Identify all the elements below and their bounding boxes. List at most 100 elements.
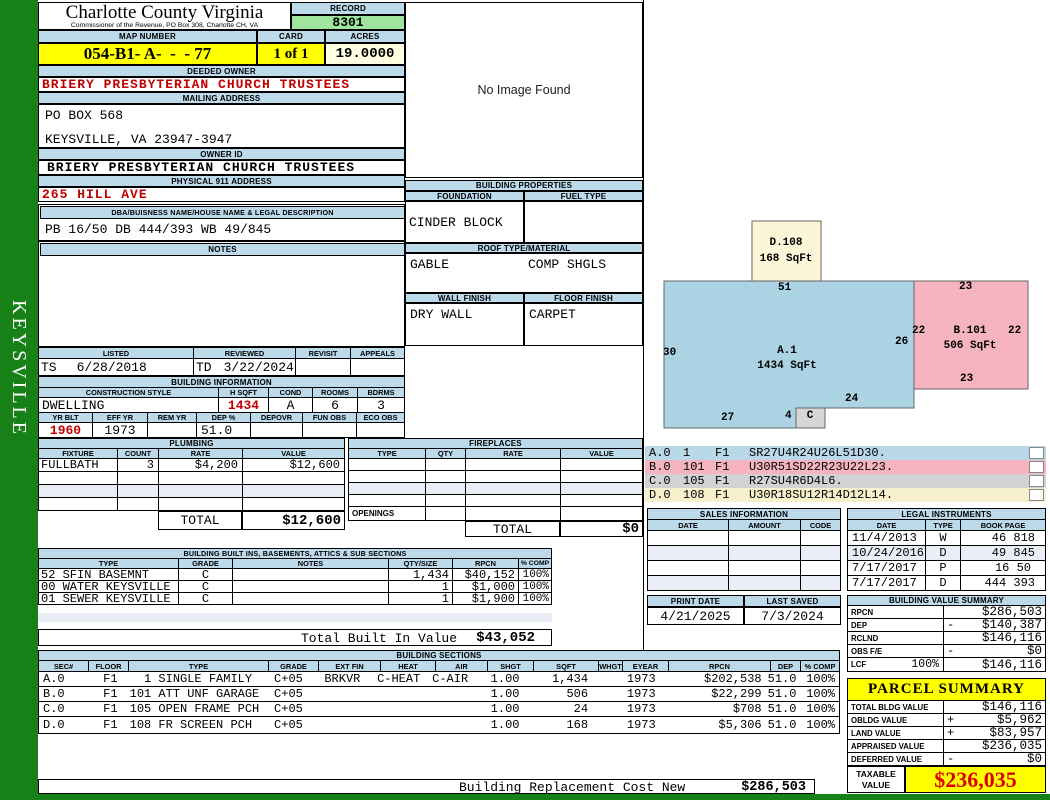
sketch-d-sqft: 168 SqFt [759, 253, 813, 265]
fireplaces-col-value: VALUE [561, 449, 642, 458]
bvs-label: LCF [851, 660, 867, 669]
owner-id-label: OWNER ID [38, 148, 405, 160]
bvs-label: OBS F/E [848, 645, 944, 657]
legend-code: 1 [683, 446, 691, 460]
sec-shgt: 1.00 [490, 717, 520, 732]
reviewed-date: 3/22/2024 [223, 359, 294, 375]
legend-sec: B.0 [649, 460, 671, 474]
sec-col: SHGT [488, 661, 534, 671]
panel-divider [643, 0, 644, 650]
legend-end-cell [1029, 489, 1044, 501]
reviewed-value: TD 3/22/2024 [194, 359, 296, 375]
replacement-cost-row: Building Replacement Cost New $286,503 [38, 779, 815, 795]
legal-row: 7/17/2017 P 16 50 [847, 561, 1046, 576]
sec-sqft: 506 [566, 687, 589, 701]
legal-description-value: PB 16/50 DB 444/393 WB 49/845 [45, 222, 272, 237]
sec-col: FLOOR [89, 661, 129, 671]
floor-finish-label: FLOOR FINISH [524, 293, 643, 303]
reviewed-by: TD [196, 359, 212, 375]
roof-type-value: GABLE [410, 257, 450, 272]
sec-col: SEC# [39, 661, 89, 671]
bvs-value-cell: $146,116 [944, 632, 1045, 644]
county-header-box: Charlotte County Virginia Commissioner o… [38, 2, 291, 30]
plumbing-title: PLUMBING [38, 438, 345, 449]
roof-label: ROOF TYPE/MATERIAL [405, 243, 643, 253]
sections-header-row: SEC# FLOOR TYPE GRADE EXT FIN HEAT AIR S… [38, 661, 840, 672]
sections-body: A.0 F1 1 SINGLE FAMILY C+05 BRKVR C-HEAT C-AI… [38, 672, 840, 734]
revisit-label: REVISIT [296, 348, 351, 358]
legend-floor: F1 [715, 488, 730, 502]
card-value: 1 of 1 [257, 43, 325, 65]
bvs-row: RCLND $146,116 [847, 632, 1046, 645]
sec-col: SQFT [534, 661, 599, 671]
parcel-value-cell: + $83,957 [944, 727, 1045, 739]
sales-empty-row [647, 576, 841, 591]
sec-grade: C+05 [274, 717, 303, 732]
mailing-line-1: PO BOX 568 [45, 108, 124, 123]
plumbing-col-count: COUNT [118, 449, 159, 458]
sec-shgt: 1.00 [490, 702, 520, 716]
sec-col: AIR [436, 661, 488, 671]
mailing-address-label: MAILING ADDRESS [38, 92, 405, 104]
bvs-row: DEP - $140,387 [847, 619, 1046, 632]
parcel-summary-title: PARCEL SUMMARY [847, 678, 1046, 701]
bvs-value: $146,116 [981, 658, 1042, 671]
sec-col: % COMP [801, 661, 839, 671]
parcel-value: $146,116 [981, 701, 1042, 713]
cond-label: COND [269, 388, 313, 397]
parcel-value: $83,957 [989, 727, 1042, 739]
depovr-value [251, 423, 303, 437]
sec-rpcn: $5,306 [718, 717, 762, 732]
legal-title: LEGAL INSTRUMENTS [847, 508, 1046, 520]
legend-vector: U30R18SU12R14D12L14. [749, 488, 894, 502]
parcel-row: APPRAISED VALUE $236,035 [847, 740, 1046, 753]
sec-comp: 100% [806, 687, 835, 701]
remyr-label: REM YR [148, 413, 197, 422]
commissioner-line: Commissioner of the Revenue, PO Box 308,… [70, 22, 259, 29]
bi-grade: C [179, 593, 233, 604]
fuel-type-value [524, 201, 643, 243]
bvs-value: $140,387 [981, 619, 1042, 631]
parcel-value: $236,035 [981, 740, 1042, 752]
parcel-sign: + [947, 727, 955, 739]
wall-finish-value-box: DRY WALL [405, 303, 524, 346]
sec-heat: C-HEAT [377, 672, 421, 686]
plumbing-col-value: VALUE [243, 449, 344, 458]
yrblt-label: YR BLT [39, 413, 93, 422]
style-header-row: CONSTRUCTION STYLE H SQFT COND ROOMS BDR… [38, 388, 405, 398]
legend-end-cell [1029, 461, 1044, 473]
section-row: A.0 F1 1 SINGLE FAMILY C+05 BRKVR C-HEAT C-AI… [39, 672, 839, 687]
bi-comp: 100% [522, 581, 549, 592]
bi-col-type: TYPE [39, 559, 179, 568]
sec-id: C.0 [43, 702, 65, 716]
legend-floor: F1 [715, 474, 730, 488]
sales-empty-row [647, 546, 841, 561]
fireplaces-total-value: $0 [560, 521, 643, 537]
sketch-a-sqft: 1434 SqFt [757, 360, 817, 372]
legend-row-a: A.0 1 F1 SR27U4R24U26L51D30. [645, 446, 1046, 460]
dim-a-step: 4 [785, 410, 792, 422]
bi-comp: 100% [522, 569, 549, 580]
listed-label: LISTED [39, 348, 194, 358]
legend-code: 105 [683, 474, 705, 488]
legal-book: 46 818 [991, 531, 1035, 545]
bvs-row-lcf: LCF 100% $146,116 [847, 658, 1046, 672]
plumbing-fixture: FULLBATH [39, 459, 118, 471]
bvs-label: DEP [848, 619, 944, 631]
appeals-value [351, 359, 404, 375]
sketch-section-d [751, 220, 822, 282]
sec-floor: F1 [103, 687, 118, 701]
funobs-label: FUN OBS [303, 413, 357, 422]
sec-rpcn: $22,299 [711, 687, 762, 701]
bi-grade: C [179, 581, 233, 592]
sec-type: 1 SINGLE FAMILY [129, 672, 253, 686]
bvs-value-cell: $286,503 [944, 606, 1045, 618]
acres-value: 19.0000 [325, 43, 405, 65]
replacement-cost-value: $286,503 [741, 780, 806, 795]
appeals-label: APPEALS [351, 348, 404, 358]
sec-air: C-AIR [432, 672, 469, 686]
bi-qty: 1,434 [389, 569, 453, 580]
parcel-sign: + [947, 714, 955, 726]
floor-finish-value: CARPET [529, 307, 576, 322]
fireplaces-header-row: TYPE QTY RATE VALUE [348, 449, 643, 459]
